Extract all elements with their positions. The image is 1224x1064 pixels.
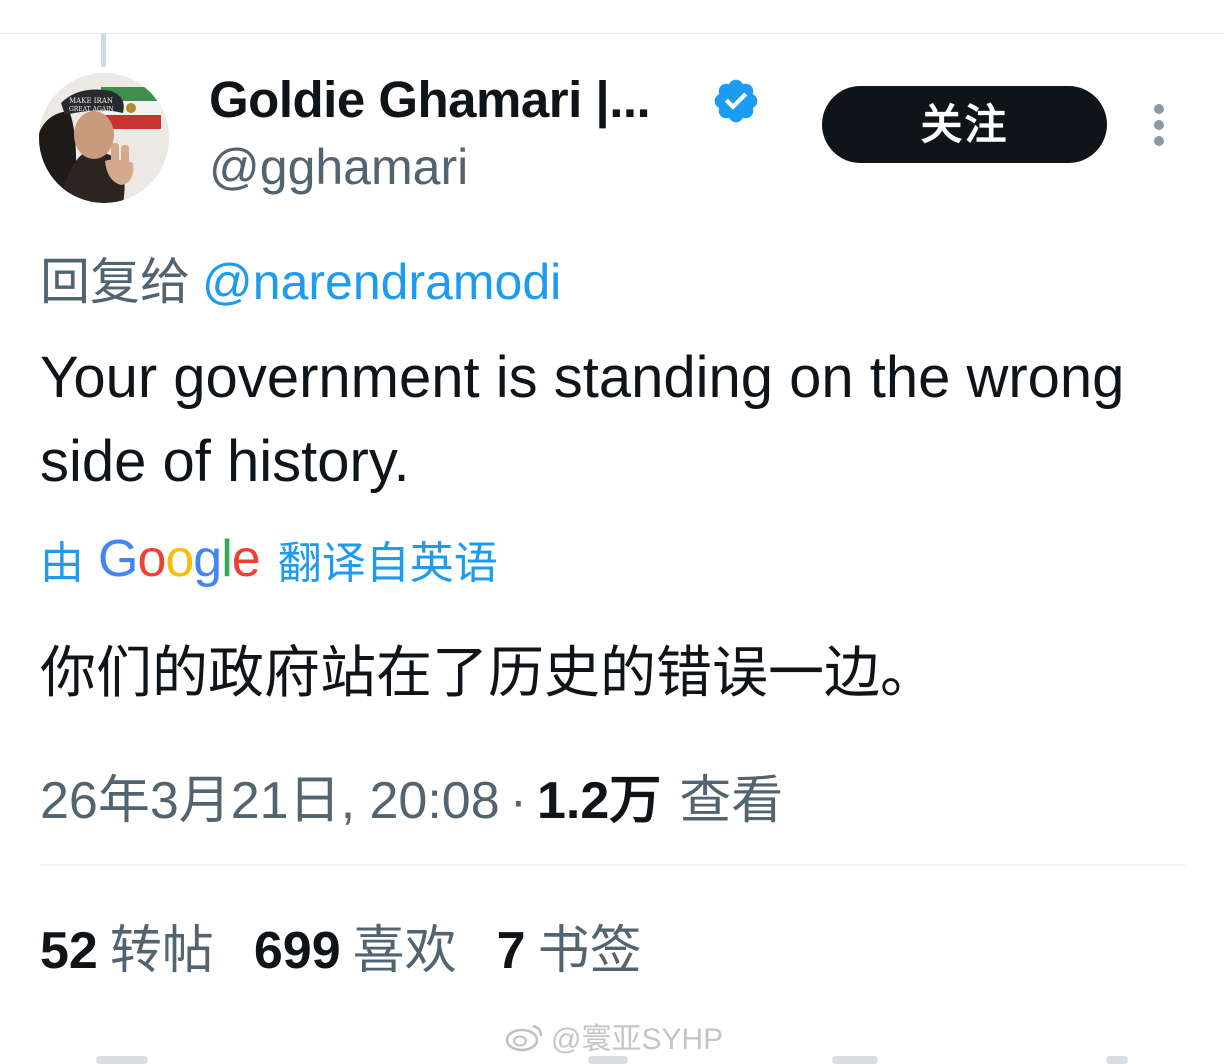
avatar-image: MAKE IRAN GREAT AGAIN [39,73,169,203]
stat-count: 7 [496,922,526,980]
verified-badge-icon [714,79,758,123]
stat-likes[interactable]: 699 喜欢 [254,922,497,980]
stat-label: 喜欢 [352,922,457,980]
meta-separator: · [509,772,527,830]
google-logo: Google [98,530,261,588]
tweet-text: Your government is standing on the wrong… [40,345,1125,494]
stat-count: 699 [253,922,341,980]
stat-count: 52 [40,922,98,980]
translation-label[interactable]: 由 Google 翻译自英语 [40,527,498,591]
engagement-stats: 52 转帖 699 喜欢 7 书签 [40,908,682,983]
reply-context: 回复给 @narendramodi [40,242,561,314]
views-count: 1.2万 [536,772,662,830]
timestamp[interactable]: 26年3月21日, 20:08 [40,772,500,830]
follow-button[interactable]: 关注 [822,86,1107,163]
stat-label: 转帖 [109,922,214,980]
avatar-hat-text-1: MAKE IRAN [69,97,113,105]
more-vertical-icon[interactable] [1148,103,1170,147]
top-divider [0,33,1224,34]
stat-label: 书签 [537,922,642,980]
divider [40,864,1185,866]
user-handle[interactable]: @gghamari [209,138,468,196]
translation-prefix: 由 [40,539,84,588]
reply-prefix: 回复给 [40,254,190,310]
tweet-meta: 26年3月21日, 20:08 · 1.2万 查看 [40,758,783,833]
views-label: 查看 [679,772,784,830]
avatar[interactable]: MAKE IRAN GREAT AGAIN [39,73,169,203]
translated-text: 你们的政府站在了历史的错误一边。 [40,641,936,704]
translation-suffix: 翻译自英语 [277,539,498,588]
reply-handle-link[interactable]: @narendramodi [202,254,561,310]
weibo-icon [505,1024,543,1052]
avatar-hat-text-2: GREAT AGAIN [69,106,114,113]
thread-connector-line [101,33,106,67]
stat-reposts[interactable]: 52 转帖 [40,922,254,980]
display-name[interactable]: Goldie Ghamari |... [209,70,651,129]
stat-bookmarks[interactable]: 7 书签 [497,922,682,980]
bottom-action-bar-edge [0,1050,1224,1064]
